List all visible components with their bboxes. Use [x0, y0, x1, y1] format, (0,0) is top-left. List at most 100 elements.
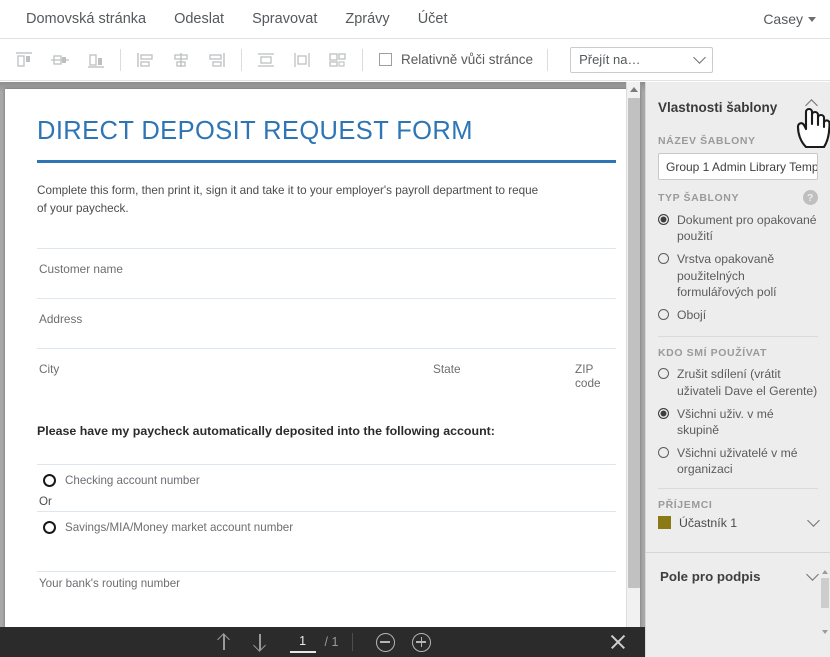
template-name-input[interactable]: Group 1 Admin Library Temp — [658, 153, 818, 180]
template-name-section: NÁZEV ŠABLONY Group 1 Admin Library Temp — [646, 135, 830, 180]
radio-unselected-icon — [658, 253, 669, 265]
radio-who-can-use-unshare[interactable]: Zrušit sdílení (vrátit uživateli Dave el… — [658, 366, 818, 398]
align-bottom-icon[interactable] — [78, 45, 114, 75]
scroll-up-arrow-icon[interactable] — [627, 82, 641, 96]
nav-item-manage[interactable]: Spravovat — [238, 0, 331, 38]
zoom-out-icon — [375, 632, 395, 652]
align-center-icon[interactable] — [163, 45, 199, 75]
document-bottom-toolbar: 1 / 1 — [0, 627, 645, 657]
checkbox-box-icon — [379, 53, 392, 66]
nav-item-reports[interactable]: Zprávy — [331, 0, 403, 38]
form-row-address[interactable]: Address — [37, 298, 616, 348]
document-page[interactable]: DIRECT DEPOSIT REQUEST FORM Complete thi… — [5, 89, 640, 627]
document-intro-line2: of your paycheck. — [37, 202, 129, 216]
page-total-label: / 1 — [324, 635, 339, 649]
document-radio-checking-icon[interactable] — [43, 474, 56, 488]
template-type-label-row: TYP ŠABLONY ? — [658, 190, 818, 205]
radio-label: Všichni uživ. v mé skupině — [677, 406, 774, 437]
field-label-zip: ZIP code — [575, 362, 601, 391]
help-icon[interactable]: ? — [803, 190, 818, 205]
radio-template-type-reusable-document[interactable]: Dokument pro opakované použití — [658, 212, 818, 244]
document-title: DIRECT DEPOSIT REQUEST FORM — [37, 117, 473, 145]
template-properties-panel: Vlastnosti šablony NÁZEV ŠABLONY Group 1… — [645, 82, 830, 657]
align-middle-horizontal-icon[interactable] — [42, 45, 78, 75]
distribute-vertical-icon[interactable] — [248, 45, 284, 75]
nav-item-account[interactable]: Účet — [404, 0, 462, 38]
document-option-checking-label: Checking account number — [65, 474, 200, 488]
user-menu[interactable]: Casey — [763, 11, 830, 27]
recipient-item-participant-1[interactable]: Účastník 1 — [658, 514, 820, 530]
recipient-name: Účastník 1 — [679, 515, 738, 530]
signature-fields-header[interactable]: Pole pro podpis — [646, 553, 830, 584]
panel-scrollbar-thumb[interactable] — [821, 578, 829, 608]
distribute-horizontal-icon[interactable] — [284, 45, 320, 75]
alignment-toolbar: Relativně vůči stránce Přejít na… — [0, 39, 830, 81]
page-number-input[interactable]: 1 — [289, 632, 316, 653]
user-menu-label: Casey — [763, 11, 803, 27]
radio-template-type-form-field-layer[interactable]: Vrstva opakovaně použitelných formulářov… — [658, 251, 818, 300]
radio-selected-icon — [658, 407, 669, 419]
toolbar-divider-4 — [547, 48, 549, 71]
panel-collapse-button[interactable] — [801, 96, 818, 119]
document-scrollbar-thumb[interactable] — [628, 98, 640, 588]
document-or-label: Or — [39, 495, 52, 509]
close-document-button[interactable] — [607, 631, 629, 653]
radio-template-type-both[interactable]: Obojí — [658, 307, 818, 323]
field-label-city: City — [39, 362, 60, 377]
form-row-savings-account[interactable]: Savings/MIA/Money market account number — [37, 511, 616, 548]
radio-unselected-icon — [658, 309, 669, 321]
bottom-divider — [352, 633, 354, 651]
field-label-customer-name: Customer name — [39, 262, 123, 277]
document-intro: Complete this form, then print it, sign … — [37, 182, 616, 218]
recipients-label: PŘÍJEMCI — [658, 498, 713, 511]
field-label-address: Address — [39, 312, 83, 327]
zoom-in-button[interactable] — [403, 627, 439, 657]
document-scrollbar[interactable] — [626, 82, 640, 627]
scroll-up-arrow-icon[interactable] — [822, 570, 828, 574]
align-left-icon[interactable] — [127, 45, 163, 75]
next-page-button[interactable] — [242, 627, 278, 657]
align-right-icon[interactable] — [199, 45, 235, 75]
radio-label: Vrstva opakovaně použitelných formulářov… — [677, 252, 777, 299]
radio-label: Dokument pro opakované použití — [677, 213, 817, 244]
relative-to-page-checkbox[interactable]: Relativně vůči stránce — [379, 52, 533, 67]
document-title-rule — [37, 160, 616, 163]
zoom-out-button[interactable] — [367, 627, 403, 657]
nav-item-send[interactable]: Odeslat — [160, 0, 238, 38]
signature-fields-label: Pole pro podpis — [660, 569, 761, 584]
toolbar-divider-3 — [362, 48, 363, 71]
previous-page-button[interactable] — [206, 627, 242, 657]
template-type-label: TYP ŠABLONY — [658, 191, 740, 204]
document-radio-savings-icon[interactable] — [43, 521, 56, 535]
goto-dropdown[interactable]: Přejít na… — [570, 46, 714, 73]
radio-who-can-use-my-group[interactable]: Všichni uživ. v mé skupině — [658, 406, 818, 438]
document-page-body: DIRECT DEPOSIT REQUEST FORM Complete thi… — [5, 89, 640, 602]
scroll-down-arrow-icon[interactable] — [822, 630, 828, 634]
arrow-down-icon — [253, 634, 266, 650]
template-name-label: NÁZEV ŠABLONY — [658, 135, 756, 147]
nav-item-home[interactable]: Domovská stránka — [12, 0, 160, 38]
panel-title-row: Vlastnosti šablony — [646, 82, 830, 129]
document-viewport[interactable]: DIRECT DEPOSIT REQUEST FORM Complete thi… — [0, 82, 645, 627]
goto-dropdown-label: Přejít na… — [579, 52, 641, 67]
recipients-section: PŘÍJEMCI Účastník 1 — [646, 499, 830, 530]
chevron-down-icon — [693, 51, 706, 64]
recipient-color-swatch — [658, 516, 671, 530]
form-row-routing-number[interactable]: Your bank's routing number — [37, 571, 616, 602]
field-label-state: State — [433, 362, 461, 377]
panel-scrollbar[interactable] — [821, 570, 830, 634]
form-row-checking-account[interactable]: Checking account number Or — [37, 464, 616, 508]
zoom-in-icon — [411, 632, 431, 652]
who-can-use-label: KDO SMÍ POUŽÍVAT — [658, 347, 767, 360]
form-row-city-state-zip[interactable]: City State ZIP code — [37, 348, 616, 398]
radio-label: Obojí — [677, 308, 707, 323]
radio-who-can-use-my-org[interactable]: Všichni uživatelé v mé organizaci — [658, 445, 818, 477]
match-size-icon[interactable] — [320, 45, 356, 75]
align-top-icon[interactable] — [6, 45, 42, 75]
document-intro-line1: Complete this form, then print it, sign … — [37, 184, 539, 197]
radio-unselected-icon — [658, 447, 669, 459]
panel-divider-2 — [658, 487, 818, 489]
form-row-customer-name[interactable]: Customer name — [37, 248, 616, 298]
relative-to-page-label: Relativně vůči stránce — [401, 52, 534, 67]
top-navigation-bar: Domovská stránka Odeslat Spravovat Zpráv… — [0, 0, 830, 39]
